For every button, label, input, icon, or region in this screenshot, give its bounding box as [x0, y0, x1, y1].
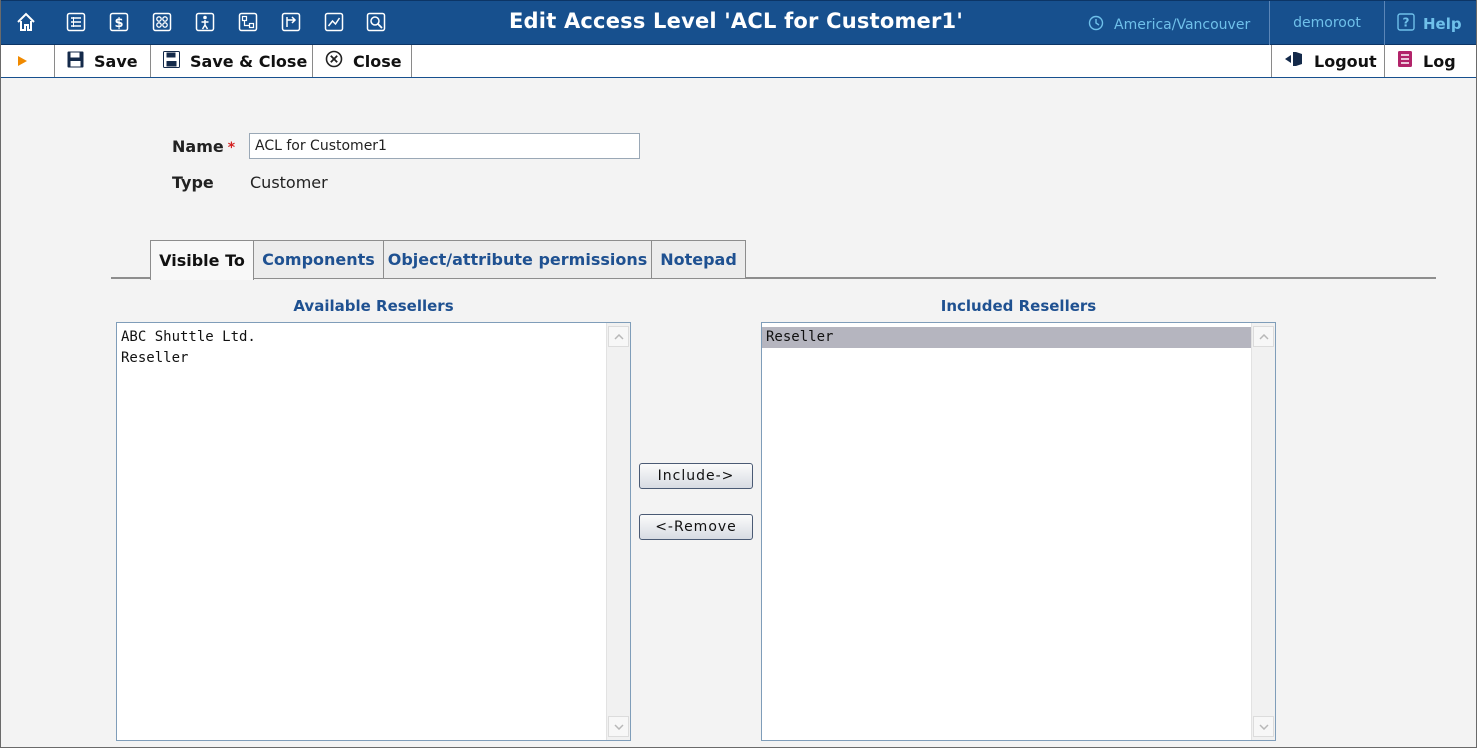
close-button[interactable]: Close	[313, 45, 411, 77]
list-item[interactable]: Reseller	[117, 348, 606, 369]
tab-components[interactable]: Components	[253, 240, 384, 278]
svg-text:$: $	[114, 16, 123, 31]
top-nav-bar: $ Edit Access Level 'ACL for Customer1' …	[1, 0, 1476, 45]
divider	[1384, 1, 1385, 45]
scroll-down-icon[interactable]	[1253, 716, 1274, 737]
list-item[interactable]: ABC Shuttle Ltd.	[117, 327, 606, 348]
tab-visible-to[interactable]: Visible To	[150, 240, 254, 280]
divider	[411, 45, 412, 77]
list-item[interactable]: Reseller	[762, 327, 1251, 348]
close-label: Close	[353, 51, 402, 71]
available-resellers-list[interactable]: ABC Shuttle Ltd. Reseller	[116, 322, 631, 741]
close-icon	[325, 50, 343, 72]
name-input[interactable]	[249, 133, 640, 159]
grid-icon[interactable]	[151, 11, 173, 33]
scrollbar[interactable]	[606, 323, 630, 740]
person-icon[interactable]	[194, 11, 216, 33]
dollar-icon[interactable]: $	[108, 11, 130, 33]
include-button[interactable]: Include->	[639, 463, 753, 489]
network-icon[interactable]	[237, 11, 259, 33]
type-label: Type	[172, 173, 214, 192]
timezone-label: America/Vancouver	[1114, 17, 1251, 33]
included-resellers-list[interactable]: Reseller	[761, 322, 1276, 741]
page-title: Edit Access Level 'ACL for Customer1'	[509, 9, 963, 33]
scroll-up-icon[interactable]	[608, 326, 629, 347]
included-resellers-caption: Included Resellers	[940, 297, 1097, 315]
help-icon: ?	[1397, 13, 1415, 35]
help-label: Help	[1423, 15, 1462, 33]
scroll-down-icon[interactable]	[608, 716, 629, 737]
type-value: Customer	[250, 173, 328, 192]
available-resellers-caption: Available Resellers	[293, 297, 454, 315]
save-button[interactable]: Save	[55, 45, 150, 77]
play-arrow-icon[interactable]	[6, 45, 28, 77]
tab-object-attribute-permissions[interactable]: Object/attribute permissions	[383, 240, 652, 278]
remove-button[interactable]: <-Remove	[639, 514, 753, 540]
name-label: Name *	[172, 137, 235, 156]
floppy-icon	[67, 51, 84, 72]
log-button[interactable]: Log	[1385, 45, 1475, 77]
name-label-text: Name	[172, 137, 224, 156]
chart-icon[interactable]	[323, 11, 345, 33]
divider	[1269, 1, 1270, 45]
timezone-link[interactable]: America/Vancouver	[1088, 15, 1250, 35]
home-icon[interactable]	[15, 11, 37, 33]
scrollbar[interactable]	[1251, 323, 1275, 740]
save-close-button[interactable]: Save & Close	[151, 45, 312, 77]
clock-icon	[1088, 15, 1104, 35]
scroll-up-icon[interactable]	[1253, 326, 1274, 347]
save-label: Save	[94, 51, 138, 71]
toolbar: Save Save & Close Close Logout Log	[1, 45, 1476, 78]
username-link[interactable]: demoroot	[1271, 15, 1383, 31]
export-icon[interactable]	[280, 11, 302, 33]
logout-button[interactable]: Logout	[1272, 45, 1384, 77]
tab-notepad[interactable]: Notepad	[651, 240, 746, 278]
search-icon[interactable]	[365, 11, 387, 33]
save-close-label: Save & Close	[190, 51, 308, 71]
logout-label: Logout	[1314, 51, 1377, 71]
log-book-icon	[1397, 50, 1413, 72]
list-icon[interactable]	[65, 11, 87, 33]
help-link[interactable]: ? Help	[1397, 13, 1462, 35]
logout-icon	[1284, 50, 1304, 72]
svg-text:?: ?	[1403, 16, 1410, 30]
floppy-icon	[163, 50, 180, 72]
required-mark: *	[227, 140, 236, 156]
log-label: Log	[1423, 51, 1456, 71]
